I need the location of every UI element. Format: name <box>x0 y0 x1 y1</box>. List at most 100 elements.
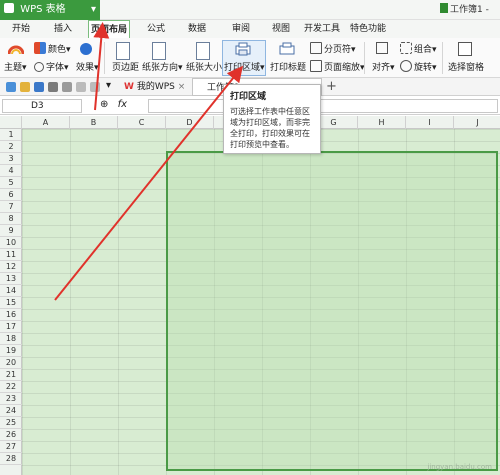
row-header[interactable]: 15 <box>0 297 22 309</box>
column-header[interactable]: H <box>358 116 406 129</box>
row-header[interactable]: 14 <box>0 285 22 297</box>
margins-icon <box>116 42 130 60</box>
tooltip-body: 可选择工作表中任意区域为打印区域，而非完全打印，打印效果可在打印预览中查看。 <box>230 107 310 149</box>
row-header[interactable]: 12 <box>0 261 22 273</box>
margins-button[interactable]: 页边距 <box>112 60 139 73</box>
column-header[interactable]: C <box>118 116 166 129</box>
select-pane-button[interactable]: 选择窗格 <box>448 60 484 73</box>
app-menu-button[interactable]: WPS 表格 ▾ <box>0 0 100 20</box>
name-box[interactable]: D3 <box>2 99 82 113</box>
window-title: 工作簿1 - <box>440 0 489 20</box>
row-header[interactable]: 18 <box>0 333 22 345</box>
wps-w-icon: W <box>124 82 134 92</box>
tab-data[interactable]: 数据 <box>180 20 214 38</box>
new-icon[interactable] <box>6 82 16 92</box>
row-header[interactable]: 13 <box>0 273 22 285</box>
column-header[interactable]: B <box>70 116 118 129</box>
tab-developer[interactable]: 开发工具 <box>302 20 342 38</box>
print-area-tooltip: 打印区域 可选择工作表中任意区域为打印区域，而非完全打印，打印效果可在打印预览中… <box>223 84 321 154</box>
tab-view[interactable]: 视图 <box>264 20 298 38</box>
row-header[interactable]: 22 <box>0 381 22 393</box>
print-area-icon <box>235 42 251 56</box>
page-break-button[interactable]: 分页符▾ <box>310 42 356 55</box>
colors-icon <box>34 42 46 54</box>
print-area-selection[interactable] <box>166 151 498 471</box>
fonts-button[interactable]: 字体▾ <box>34 60 69 73</box>
select-all-corner[interactable] <box>0 116 22 129</box>
row-header[interactable]: 19 <box>0 345 22 357</box>
align-icon <box>376 42 388 54</box>
row-header[interactable]: 3 <box>0 153 22 165</box>
wps-logo-icon <box>4 3 14 13</box>
column-header[interactable]: I <box>406 116 454 129</box>
row-header[interactable]: 21 <box>0 369 22 381</box>
watermark: jingyan.baidu.com <box>427 463 492 471</box>
tab-home[interactable]: 开始 <box>4 20 38 38</box>
row-header[interactable]: 7 <box>0 201 22 213</box>
close-icon[interactable]: × <box>178 82 186 92</box>
group-button[interactable]: 组合▾ <box>400 42 437 55</box>
page-break-icon <box>310 42 322 54</box>
row-header[interactable]: 24 <box>0 405 22 417</box>
undo-icon[interactable] <box>76 82 86 92</box>
row-header[interactable]: 16 <box>0 309 22 321</box>
tab-review[interactable]: 审阅 <box>224 20 258 38</box>
row-header[interactable]: 2 <box>0 141 22 153</box>
select-pane-icon <box>458 42 472 56</box>
row-header[interactable]: 9 <box>0 225 22 237</box>
print-icon[interactable] <box>48 82 58 92</box>
print-area-button[interactable]: 打印区域▾ <box>224 60 265 73</box>
effects-button[interactable]: 效果▾ <box>76 60 99 73</box>
save-icon[interactable] <box>34 82 44 92</box>
row-header[interactable]: 17 <box>0 321 22 333</box>
paper-size-button[interactable]: 纸张大小▾ <box>186 60 227 73</box>
align-button[interactable]: 对齐▾ <box>372 60 395 73</box>
open-icon[interactable] <box>20 82 30 92</box>
row-header[interactable]: 8 <box>0 213 22 225</box>
row-header[interactable]: 26 <box>0 429 22 441</box>
column-header[interactable]: J <box>454 116 500 129</box>
row-header[interactable]: 10 <box>0 237 22 249</box>
tab-formulas[interactable]: 公式 <box>140 20 172 38</box>
page-zoom-icon <box>310 60 322 72</box>
tab-page-layout[interactable]: 页面布局 <box>88 20 130 38</box>
formula-input[interactable] <box>148 99 498 113</box>
formula-tools: ⊕ fx <box>100 99 127 110</box>
row-header[interactable]: 20 <box>0 357 22 369</box>
row-header[interactable]: 11 <box>0 249 22 261</box>
preview-icon[interactable] <box>62 82 72 92</box>
theme-button[interactable]: 主题▾ <box>4 60 27 73</box>
row-header[interactable]: 25 <box>0 417 22 429</box>
row-headers: 1 2 3 4 5 6 7 8 9 10 11 12 13 14 15 16 17 18 19 20 21 22 23 24 2… <box>0 129 22 475</box>
paper-size-icon <box>196 42 210 60</box>
tab-my-wps[interactable]: W 我的WPS × <box>120 78 185 96</box>
row-header[interactable]: 1 <box>0 129 22 141</box>
fx-icon[interactable]: fx <box>118 99 127 110</box>
row-header[interactable]: 5 <box>0 177 22 189</box>
row-header[interactable]: 4 <box>0 165 22 177</box>
column-header[interactable]: D <box>166 116 214 129</box>
workbook-icon <box>440 3 448 13</box>
orientation-icon <box>152 42 166 60</box>
chevron-down-icon[interactable]: ▾ <box>106 80 111 91</box>
row-header[interactable]: 27 <box>0 441 22 453</box>
title-bar: WPS 表格 ▾ 工作簿1 - <box>0 0 500 20</box>
new-tab-button[interactable]: + <box>326 78 337 96</box>
group-icon <box>400 42 412 54</box>
orientation-button[interactable]: 纸张方向▾ <box>142 60 183 73</box>
rotate-button[interactable]: 旋转▾ <box>400 60 437 73</box>
app-name: WPS 表格 <box>20 4 66 15</box>
page-zoom-button[interactable]: 页面缩放▾ <box>310 60 365 73</box>
row-header[interactable]: 28 <box>0 453 22 465</box>
colors-button[interactable]: 颜色▾ <box>34 42 71 55</box>
tab-special[interactable]: 特色功能 <box>348 20 388 38</box>
tab-insert[interactable]: 插入 <box>46 20 80 38</box>
tooltip-title: 打印区域 <box>230 92 267 102</box>
print-titles-button[interactable]: 打印标题 <box>270 60 306 73</box>
row-header[interactable]: 6 <box>0 189 22 201</box>
zoom-icon[interactable]: ⊕ <box>100 99 108 110</box>
redo-icon[interactable] <box>90 82 100 92</box>
column-header[interactable]: A <box>22 116 70 129</box>
row-header[interactable]: 23 <box>0 393 22 405</box>
print-titles-icon <box>279 42 295 56</box>
